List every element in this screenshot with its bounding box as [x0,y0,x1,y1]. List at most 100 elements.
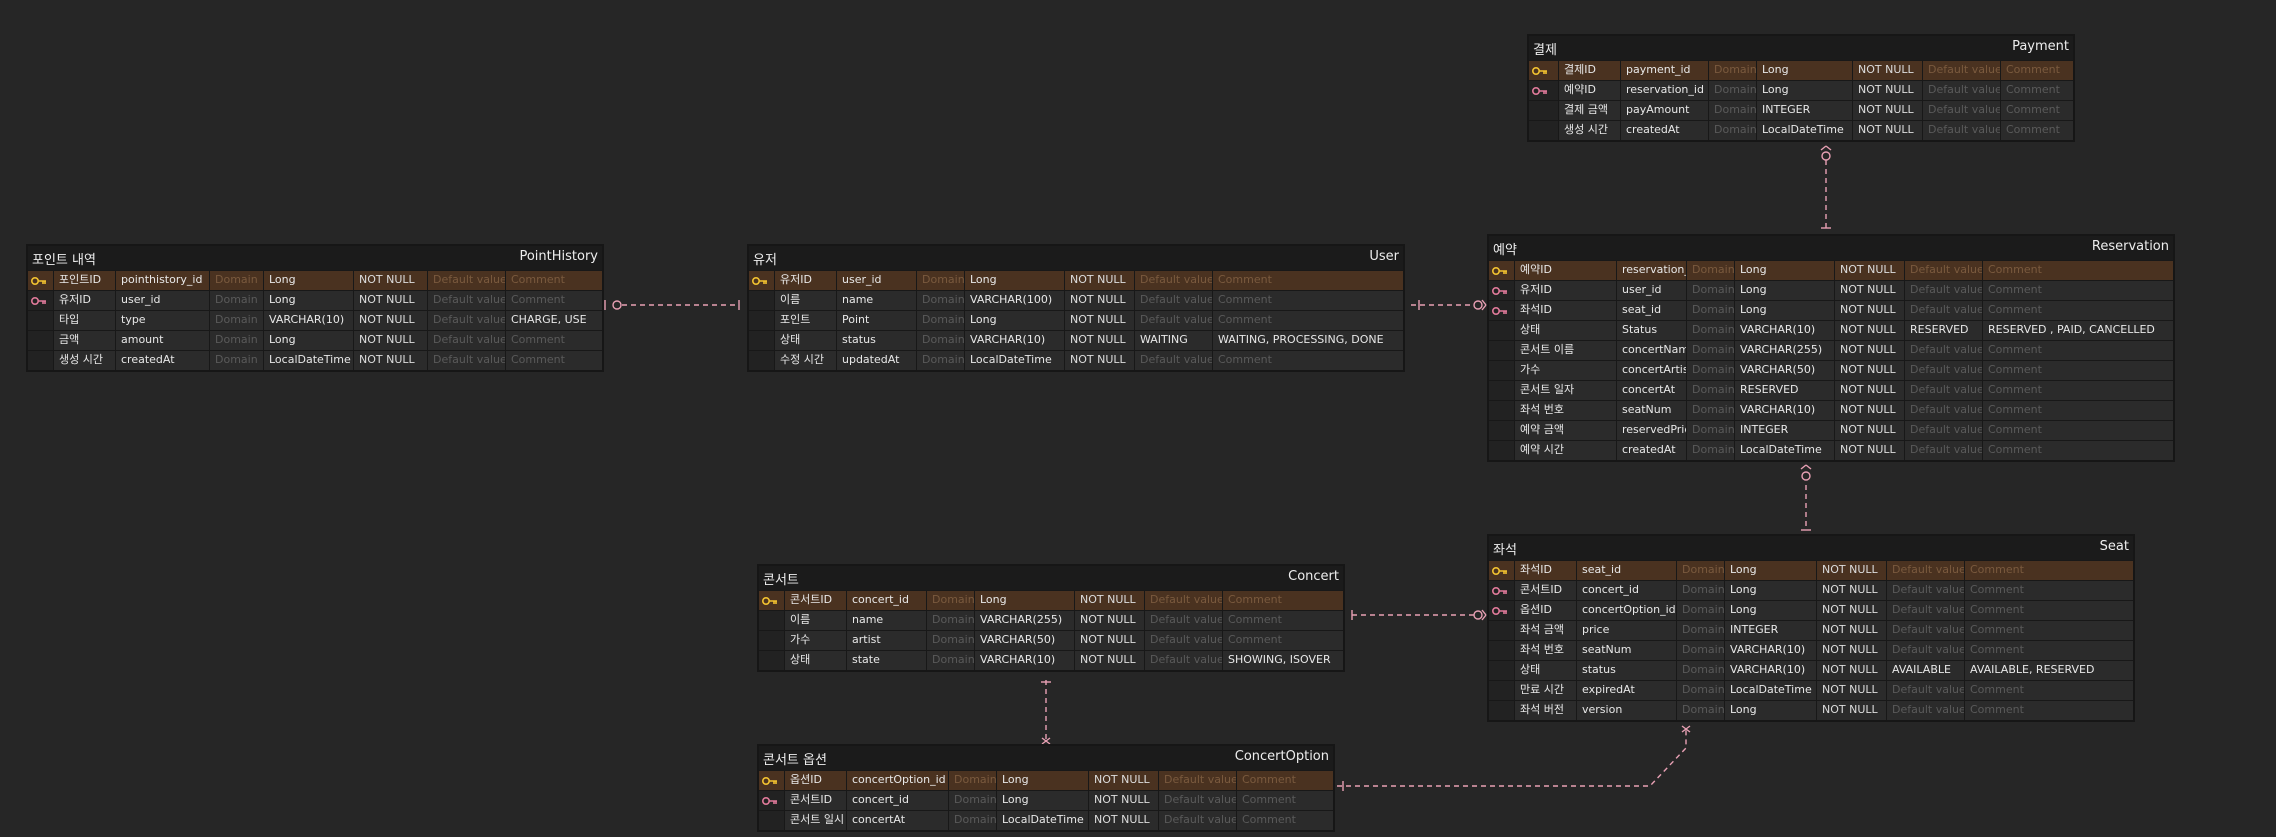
column-nullable: NOT NULL [1065,291,1135,310]
entity-reservation[interactable]: 예약Reservation예약IDreservation_idDomainLon… [1487,234,2175,462]
column-default: Default value [1135,271,1213,290]
column-row[interactable]: 좌석ID seat_id Domain Long NOT NULL Default val… [1489,560,2133,580]
column-row[interactable]: 예약IDreservation_idDomainLongNOT NULLDefa… [1529,80,2073,100]
entity-concertoption[interactable]: 콘서트 옵션 ConcertOption 옵션ID concertOption_id D… [757,744,1335,832]
entity-header[interactable]: 콘서트 옵션 ConcertOption [759,746,1333,770]
column-nullable: NOT NULL [1075,611,1145,630]
primary-key-icon [759,771,785,790]
entity-seat[interactable]: 좌석 Seat 좌석ID seat_id Domain Long NOT NULL Defau… [1487,534,2135,722]
column-type: Long [1735,261,1835,280]
column-row[interactable]: 유저ID user_id Domain Long NOT NULL Default val… [749,270,1403,290]
column-default: Default value [1905,361,1983,380]
column-comment: CHARGE, USE [506,311,602,330]
column-row[interactable]: 타입 type Domain VARCHAR(10) NOT NULL Default v… [28,310,602,330]
column-row[interactable]: 금액 amount Domain Long NOT NULL Default value C… [28,330,602,350]
column-row[interactable]: 옵션ID concertOption_id Domain Long NOT NULL De… [759,770,1333,790]
column-row[interactable]: 생성 시간 createdAt Domain LocalDateTime NOT NUL… [28,350,602,370]
column-physical-name: name [837,291,917,310]
entity-concert[interactable]: 콘서트 Concert 콘서트ID concert_id Domain Long NOT N… [757,564,1345,672]
key-slot [1489,361,1515,380]
column-row[interactable]: 좌석 번호 seatNum Domain VARCHAR(10) NOT NULL Def… [1489,640,2133,660]
column-physical-name: updatedAt [837,351,917,370]
column-logical-name: 옵션ID [1515,601,1577,620]
column-row[interactable]: 생성 시간 createdAt Domain LocalDateTime NOT NUL… [1529,120,2073,140]
column-comment: Comment [1237,771,1333,790]
column-type: Long [1725,561,1817,580]
column-row[interactable]: 이름 name Domain VARCHAR(100) NOT NULL Default … [749,290,1403,310]
column-row[interactable]: 콘서트ID concert_id Domain Long NOT NULL Default… [759,790,1333,810]
column-row[interactable]: 콘서트ID concert_id Domain Long NOT NULL Default… [1489,580,2133,600]
column-logical-name: 결제ID [1559,61,1621,80]
key-slot [1489,401,1515,420]
column-row[interactable]: 콘서트ID concert_id Domain Long NOT NULL Default… [759,590,1343,610]
entity-header[interactable]: 유저 User [749,246,1403,270]
column-row[interactable]: 콘서트 이름concertNameDomainVARCHAR(255)NOT N… [1489,340,2173,360]
column-domain: Domain [949,811,997,830]
column-row[interactable]: 이름 name Domain VARCHAR(255) NOT NULL Default … [759,610,1343,630]
column-type: Long [1725,701,1817,720]
column-default: Default value [1159,811,1237,830]
column-default: Default value [1923,121,2001,140]
column-row[interactable]: 가수 artist Domain VARCHAR(50) NOT NULL Default… [759,630,1343,650]
column-logical-name: 예약ID [1515,261,1617,280]
column-row[interactable]: 예약 시간 createdAt Domain LocalDateTime NOT NUL… [1489,440,2173,460]
column-physical-name: concertArtist [1617,361,1687,380]
entity-payment[interactable]: 결제 Payment 결제ID payment_id Domain Long NOT NUL… [1527,34,2075,142]
column-row[interactable]: 상태 Status Domain VARCHAR(10) NOT NULL RESERVE… [1489,320,2173,340]
column-type: LocalDateTime [1735,441,1835,460]
column-domain: Domain [1687,441,1735,460]
column-nullable: NOT NULL [354,351,428,370]
column-nullable: NOT NULL [1817,681,1887,700]
entity-header[interactable]: 포인트 내역 PointHistory [28,246,602,270]
column-row[interactable]: 만료 시간 expiredAt Domain LocalDateTime NOT NUL… [1489,680,2133,700]
column-row[interactable]: 유저ID user_id Domain Long NOT NULL Default val… [1489,280,2173,300]
column-nullable: NOT NULL [354,271,428,290]
column-row[interactable]: 상태 status Domain VARCHAR(10) NOT NULL WAITING… [749,330,1403,350]
column-row[interactable]: 옵션ID concertOption_id Domain Long NOT NULL De… [1489,600,2133,620]
column-physical-name: reservation_id [1621,81,1709,100]
entity-header[interactable]: 결제 Payment [1529,36,2073,60]
column-logical-name: 유저ID [1515,281,1617,300]
column-type: Long [1725,581,1817,600]
column-domain: Domain [210,351,264,370]
column-row[interactable]: 결제 금액 payAmount Domain INTEGER NOT NULL Defau… [1529,100,2073,120]
entity-header[interactable]: 좌석 Seat [1489,536,2133,560]
column-row[interactable]: 콘서트 일자 concertAt Domain RESERVED NOT NULL Def… [1489,380,2173,400]
column-row[interactable]: 상태 state Domain VARCHAR(10) NOT NULL Default … [759,650,1343,670]
column-comment: Comment [2001,121,2073,140]
foreign-key-icon [1489,581,1515,600]
column-nullable: NOT NULL [1835,261,1905,280]
column-row[interactable]: 유저ID user_id Domain Long NOT NULL Default val… [28,290,602,310]
column-row[interactable]: 좌석 번호 seatNum Domain VARCHAR(10) NOT NULL Def… [1489,400,2173,420]
column-nullable: NOT NULL [1075,631,1145,650]
column-row[interactable]: 포인트 Point Domain Long NOT NULL Default value C… [749,310,1403,330]
column-row[interactable]: 가수 concertArtist Domain VARCHAR(50) NOT NULL… [1489,360,2173,380]
entity-pointhistory[interactable]: 포인트 내역 PointHistory 포인트ID pointhistory_id Do… [26,244,604,372]
column-physical-name: reservedPrice [1617,421,1687,440]
column-comment: Comment [1983,401,2173,420]
column-row[interactable]: 예약IDreservation_idDomainLongNOT NULLDefa… [1489,260,2173,280]
column-comment: Comment [1223,631,1343,650]
column-row[interactable]: 상태 status Domain VARCHAR(10) NOT NULL AVAILAB… [1489,660,2133,680]
column-comment: WAITING, PROCESSING, DONE [1213,331,1403,350]
column-physical-name: Status [1617,321,1687,340]
key-slot [1489,421,1515,440]
column-domain: Domain [927,611,975,630]
column-row[interactable]: 좌석 금액 price Domain INTEGER NOT NULL Default v… [1489,620,2133,640]
column-row[interactable]: 포인트ID pointhistory_id Domain Long NOT NULL De… [28,270,602,290]
key-slot [28,331,54,350]
column-logical-name: 옵션ID [785,771,847,790]
column-row[interactable]: 결제ID payment_id Domain Long NOT NULL Default … [1529,60,2073,80]
column-comment: Comment [1983,381,2173,400]
column-row[interactable]: 수정 시간 updatedAt Domain LocalDateTime NOT NUL… [749,350,1403,370]
column-row[interactable]: 좌석ID seat_id Domain Long NOT NULL Default val… [1489,300,2173,320]
column-type: VARCHAR(10) [1735,401,1835,420]
key-slot [759,811,785,830]
column-row[interactable]: 예약 금액reservedPriceDomainINTEGERNOT NULLD… [1489,420,2173,440]
entity-header[interactable]: 콘서트 Concert [759,566,1343,590]
entity-header[interactable]: 예약 Reservation [1489,236,2173,260]
column-nullable: NOT NULL [1853,101,1923,120]
entity-user[interactable]: 유저 User 유저ID user_id Domain Long NOT NULL Defau… [747,244,1405,372]
column-row[interactable]: 좌석 버전 version Domain Long NOT NULL Default va… [1489,700,2133,720]
column-row[interactable]: 콘서트 일시 concertAt Domain LocalDateTime NOT NU… [759,810,1333,830]
